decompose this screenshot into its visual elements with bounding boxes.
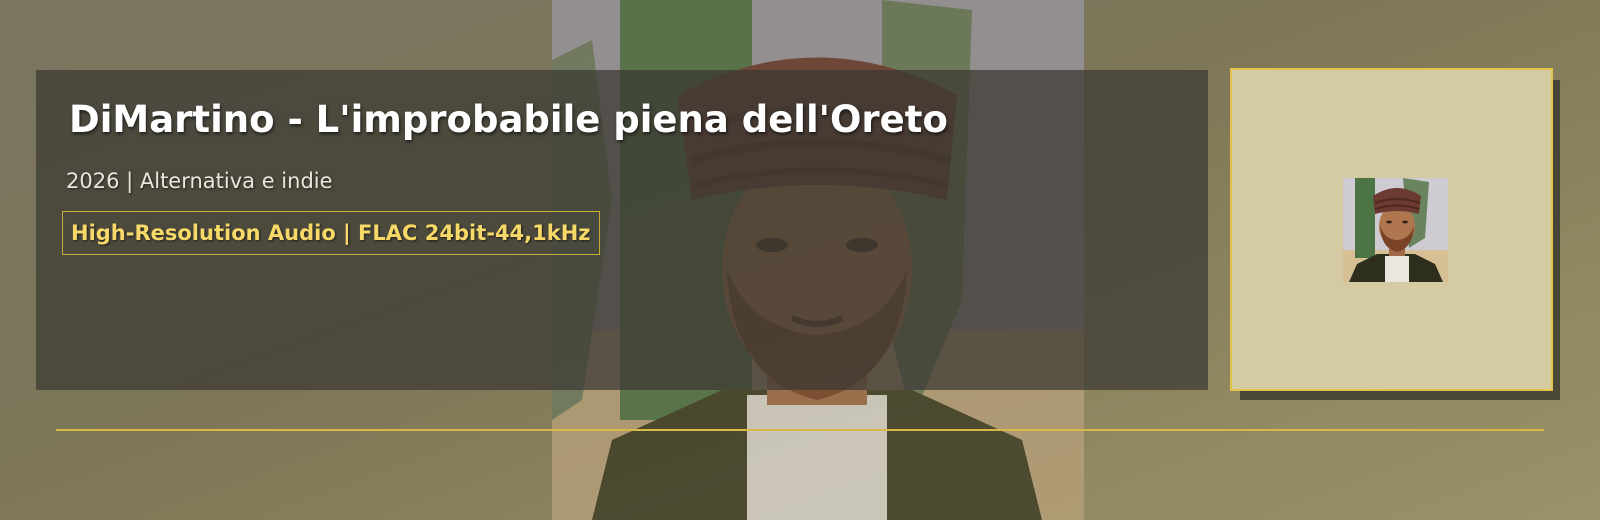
album-cover-thumbnail bbox=[1343, 178, 1448, 282]
album-info-panel: DiMartino - L'improbabile piena dell'Ore… bbox=[36, 70, 1208, 390]
album-year-genre: 2026 | Alternativa e indie bbox=[66, 169, 333, 193]
hi-res-audio-badge: High-Resolution Audio | FLAC 24bit-44,1k… bbox=[62, 211, 600, 255]
album-title: DiMartino - L'improbabile piena dell'Ore… bbox=[69, 98, 948, 141]
album-cover-frame[interactable] bbox=[1230, 68, 1553, 391]
section-divider bbox=[56, 429, 1544, 431]
